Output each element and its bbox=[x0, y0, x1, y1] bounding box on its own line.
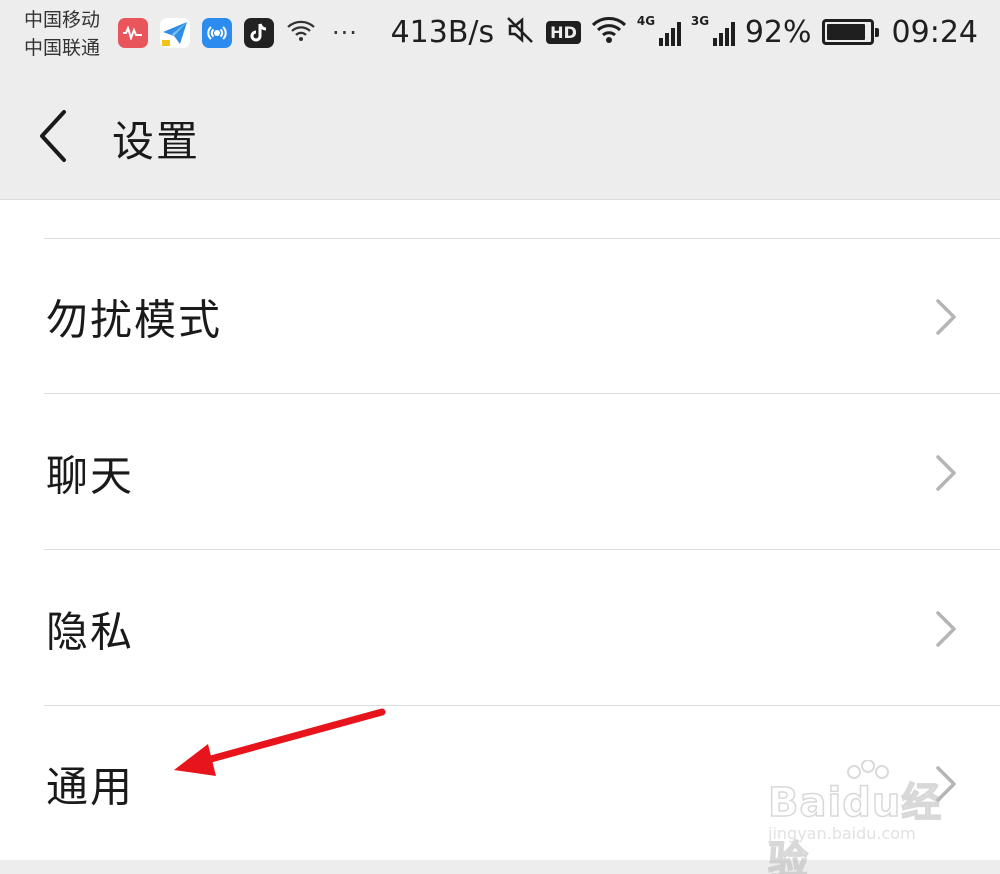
carrier-info: 中国移动 中国联通 bbox=[24, 6, 100, 62]
title-bar: 设置 bbox=[0, 70, 1000, 200]
more-notifications-icon: ··· bbox=[332, 19, 358, 47]
notification-icons: ··· bbox=[118, 18, 358, 48]
music-app-icon bbox=[118, 18, 148, 48]
hd-badge: HD bbox=[546, 20, 581, 44]
divider bbox=[44, 393, 1000, 394]
settings-item-chat[interactable]: 聊天 bbox=[0, 395, 1000, 550]
divider bbox=[44, 549, 1000, 550]
chevron-right-icon bbox=[936, 298, 956, 335]
clock: 09:24 bbox=[891, 14, 978, 50]
system-indicators: 413B/s HD 4G 3G 92% 09:24 bbox=[391, 14, 978, 50]
back-button[interactable] bbox=[32, 106, 82, 166]
carrier-2: 中国联通 bbox=[24, 37, 101, 59]
settings-item-label: 勿扰模式 bbox=[46, 295, 223, 344]
settings-item-label: 隐私 bbox=[46, 607, 135, 656]
wifi-icon bbox=[591, 15, 627, 49]
net-speed: 413B/s bbox=[390, 14, 495, 50]
chevron-right-icon bbox=[936, 454, 956, 491]
page-title: 设置 bbox=[112, 117, 201, 166]
annotation-arrow-icon bbox=[174, 708, 386, 776]
wifi-key-icon bbox=[202, 18, 232, 48]
settings-item-privacy[interactable]: 隐私 bbox=[0, 551, 1000, 706]
chevron-right-icon bbox=[936, 610, 956, 647]
signal-3g-icon: 3G bbox=[691, 14, 735, 50]
battery-fill bbox=[826, 24, 866, 40]
chevron-left-icon bbox=[40, 110, 66, 162]
signal-4g-icon: 4G bbox=[637, 14, 681, 50]
carrier-1: 中国移动 bbox=[24, 9, 101, 31]
mute-icon bbox=[504, 14, 536, 50]
battery-icon bbox=[821, 19, 879, 45]
status-bar: 中国移动 中国联通 ··· 413B/s HD 4G 3G 92% 09:24 bbox=[0, 0, 1000, 70]
watermark-sub: jingyan.baidu.com bbox=[768, 824, 916, 843]
baidu-watermark: Baidu经验 jingyan.baidu.com bbox=[760, 760, 960, 874]
settings-item-label: 通用 bbox=[46, 762, 135, 811]
settings-item-do-not-disturb[interactable]: 勿扰模式 bbox=[0, 239, 1000, 394]
wifi-question-icon bbox=[286, 19, 316, 47]
tiktok-icon bbox=[244, 18, 274, 48]
paper-plane-icon bbox=[160, 18, 190, 48]
settings-item-label: 聊天 bbox=[46, 451, 135, 500]
watermark-main: Baidu经验 bbox=[767, 779, 943, 874]
battery-percent: 92% bbox=[744, 14, 812, 50]
screen: 中国移动 中国联通 ··· 413B/s HD 4G 3G 92% 09:24 … bbox=[0, 0, 1000, 874]
